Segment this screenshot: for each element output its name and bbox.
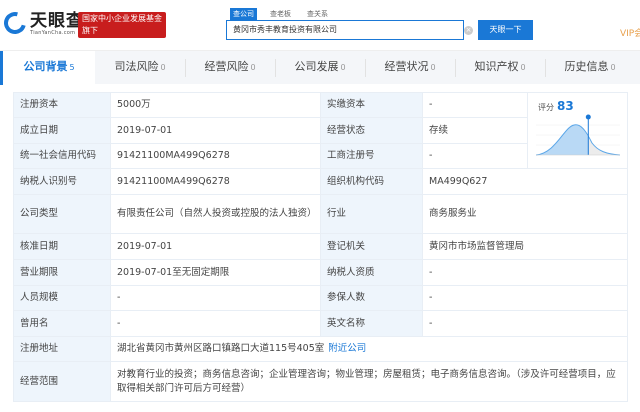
logo-text: 天眼查 bbox=[30, 11, 84, 31]
label: 经营范围 bbox=[13, 361, 111, 402]
label: 行业 bbox=[320, 194, 423, 234]
label: 工商注册号 bbox=[320, 143, 423, 169]
clear-icon[interactable]: × bbox=[464, 26, 473, 35]
value: 有限责任公司（自然人投资或控股的法人独资） bbox=[110, 194, 321, 234]
value: 2019-07-01 bbox=[110, 117, 321, 144]
table-row: 注册资本 5000万 实缴资本 - 评分 83 bbox=[13, 92, 628, 169]
table-row: 曾用名 - 英文名称 - bbox=[13, 310, 628, 337]
table-row: 人员规模 - 参保人数 - bbox=[13, 285, 628, 311]
tab-company-background[interactable]: 公司背景 5 bbox=[3, 51, 95, 85]
label: 组织机构代码 bbox=[320, 168, 423, 195]
section-tabs: 公司背景 5 司法风险 0 经营风险 0 公司发展 0 经营状况 0 知识产权 0 历史信息… bbox=[0, 50, 640, 85]
label: 注册地址 bbox=[13, 336, 111, 362]
label: 公司类型 bbox=[13, 194, 111, 234]
tab-history[interactable]: 历史信息 0 bbox=[545, 51, 635, 85]
value: 2019-07-01 bbox=[110, 233, 321, 260]
label: 纳税人资质 bbox=[320, 259, 423, 286]
score-panel[interactable]: 评分 83 bbox=[527, 92, 628, 169]
value: MA499Q627 bbox=[422, 168, 628, 195]
nearby-companies-link[interactable]: 附近公司 bbox=[328, 343, 366, 354]
label: 纳税人识别号 bbox=[13, 168, 111, 195]
search-tab-boss[interactable]: 查老板 bbox=[267, 8, 294, 20]
table-row: 经营范围 对教育行业的投资；商务信息咨询；企业管理咨询；物业管理；房屋租赁；电子… bbox=[13, 361, 628, 402]
score-distribution-chart bbox=[536, 114, 620, 156]
label: 参保人数 bbox=[320, 285, 423, 311]
tab-business-risk[interactable]: 经营风险 0 bbox=[185, 51, 275, 85]
table-row: 营业期限 2019-07-01至无固定期限 纳税人资质 - bbox=[13, 259, 628, 286]
company-info-table: 注册资本 5000万 实缴资本 - 评分 83 成立日期 2019-07-01 经… bbox=[13, 92, 628, 402]
label: 经营状态 bbox=[320, 117, 423, 144]
address-text: 湖北省黄冈市黄州区路口镇路口大道115号405室 bbox=[117, 343, 325, 354]
table-row: 核准日期 2019-07-01 登记机关 黄冈市市场监督管理局 bbox=[13, 233, 628, 260]
tab-company-development[interactable]: 公司发展 0 bbox=[275, 51, 365, 85]
header: 天眼查 TianYanCha.com 国家中小企业发展基金旗下 官方备案企业征信… bbox=[0, 0, 640, 59]
value: 对教育行业的投资；商务信息咨询；企业管理咨询；物业管理；房屋租赁；电子商务信息咨… bbox=[110, 361, 628, 402]
official-badge: 国家中小企业发展基金旗下 官方备案企业征信机构 bbox=[78, 12, 166, 59]
label: 成立日期 bbox=[13, 117, 111, 144]
value: - bbox=[422, 143, 528, 169]
search-type-tabs: 查公司 查老板 查关系 bbox=[230, 8, 331, 20]
score-dot bbox=[585, 114, 591, 120]
table-row: 纳税人识别号 91421100MA499Q6278 组织机构代码 MA499Q6… bbox=[13, 168, 628, 195]
value: 91421100MA499Q6278 bbox=[110, 143, 321, 169]
value: - bbox=[422, 92, 528, 118]
search-button[interactable]: 天眼一下 bbox=[478, 20, 533, 40]
value: 91421100MA499Q6278 bbox=[110, 168, 321, 195]
score-area bbox=[536, 124, 588, 155]
score-label: 评分 bbox=[538, 103, 554, 112]
search-tab-company[interactable]: 查公司 bbox=[230, 8, 257, 20]
label: 人员规模 bbox=[13, 285, 111, 311]
label: 实缴资本 bbox=[320, 92, 423, 118]
value: 黄冈市市场监督管理局 bbox=[422, 233, 628, 260]
value: - bbox=[422, 310, 628, 337]
search-input[interactable]: 黄冈市秀丰教育投资有限公司 bbox=[226, 20, 464, 40]
value: - bbox=[110, 285, 321, 311]
value: 存续 bbox=[422, 117, 528, 144]
badge-line1: 国家中小企业发展基金旗下 bbox=[82, 14, 162, 35]
tab-business-status[interactable]: 经营状况 0 bbox=[365, 51, 455, 85]
logo[interactable]: 天眼查 TianYanCha.com bbox=[0, 7, 84, 39]
value: - bbox=[110, 310, 321, 337]
value: - bbox=[422, 285, 628, 311]
value: 5000万 bbox=[110, 92, 321, 118]
vip-link[interactable]: VIP会 bbox=[620, 26, 640, 39]
logo-icon bbox=[0, 7, 31, 39]
value: 湖北省黄冈市黄州区路口镇路口大道115号405室 附近公司 bbox=[110, 336, 628, 362]
label: 核准日期 bbox=[13, 233, 111, 260]
tab-ip[interactable]: 知识产权 0 bbox=[455, 51, 545, 85]
label: 统一社会信用代码 bbox=[13, 143, 111, 169]
table-row: 注册地址 湖北省黄冈市黄州区路口镇路口大道115号405室 附近公司 bbox=[13, 336, 628, 362]
value: 商务服务业 bbox=[422, 194, 628, 234]
label: 登记机关 bbox=[320, 233, 423, 260]
score-value: 83 bbox=[557, 99, 574, 113]
label: 英文名称 bbox=[320, 310, 423, 337]
label: 营业期限 bbox=[13, 259, 111, 286]
search-tab-relation[interactable]: 查关系 bbox=[304, 8, 331, 20]
label: 曾用名 bbox=[13, 310, 111, 337]
tab-legal-risk[interactable]: 司法风险 0 bbox=[95, 51, 185, 85]
label: 注册资本 bbox=[13, 92, 111, 118]
value: 2019-07-01至无固定期限 bbox=[110, 259, 321, 286]
value: - bbox=[422, 259, 628, 286]
table-row: 公司类型 有限责任公司（自然人投资或控股的法人独资） 行业 商务服务业 bbox=[13, 194, 628, 234]
